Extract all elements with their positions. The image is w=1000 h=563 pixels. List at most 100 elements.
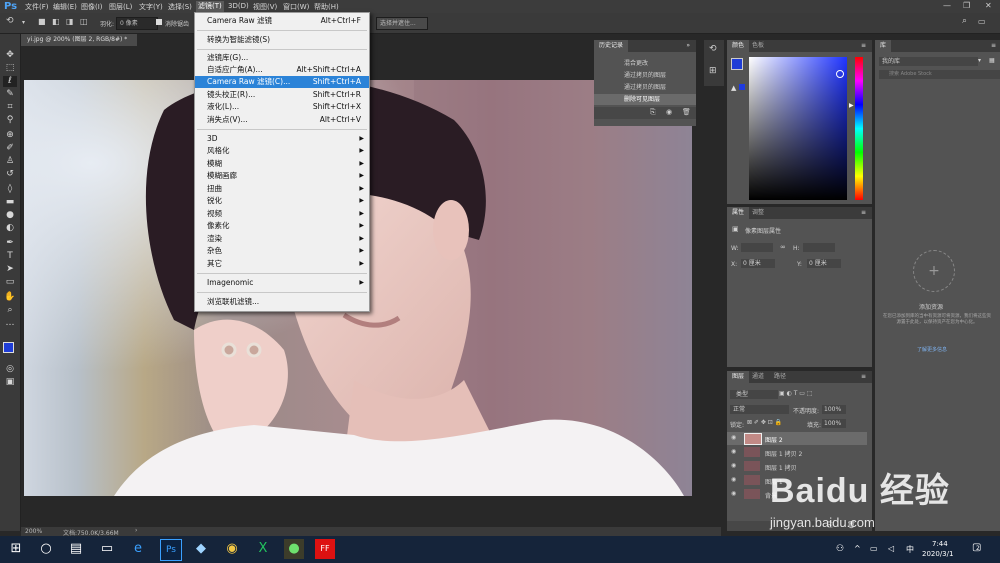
color-picker-handle[interactable] xyxy=(836,70,844,78)
adjustments-tab[interactable]: 调整 xyxy=(747,207,769,219)
menu-item-pixelate[interactable]: 像素化 ▶ xyxy=(195,220,369,232)
layer-kind-filter[interactable]: 类型 xyxy=(730,390,778,399)
menu-item-blur[interactable]: 模糊 ▶ xyxy=(195,158,369,170)
zoom-tool-icon[interactable]: ⌕ xyxy=(3,305,17,316)
clock-time[interactable]: 7:44 xyxy=(932,540,948,548)
eraser-tool-icon[interactable]: ◊ xyxy=(3,184,17,195)
fill-input[interactable]: 100% xyxy=(822,419,846,428)
menu-item-convert-smart-filter[interactable]: 转换为智能滤镜(S) xyxy=(195,34,369,46)
libraries-tab[interactable]: 库 xyxy=(875,40,892,52)
photoshop-taskbar-icon[interactable]: Ps xyxy=(160,539,182,561)
menu-item-video[interactable]: 视频 ▶ xyxy=(195,208,369,220)
windows-start-icon[interactable]: ⊞ xyxy=(6,539,26,559)
minimize-icon[interactable]: — xyxy=(943,1,951,10)
properties-tab[interactable]: 属性 xyxy=(727,207,750,219)
x-input[interactable]: 0 厘米 xyxy=(741,259,775,268)
menu-item-distort[interactable]: 扭曲 ▶ xyxy=(195,183,369,195)
close-icon[interactable]: ✕ xyxy=(985,1,992,10)
foreground-color-swatch[interactable] xyxy=(731,58,743,70)
marquee-tool-icon[interactable]: ⬚ xyxy=(3,63,17,74)
new-document-icon[interactable]: ⎘ xyxy=(650,108,656,117)
blur-tool-icon[interactable]: ● xyxy=(3,210,17,221)
learn-more-link[interactable]: 了解更多信息 xyxy=(917,346,947,353)
menu-item-other[interactable]: 其它 ▶ xyxy=(195,258,369,270)
y-input[interactable]: 0 厘米 xyxy=(807,259,841,268)
select-and-mask-button[interactable]: 选择并遮住... xyxy=(376,17,428,30)
new-selection-icon[interactable]: ■ xyxy=(38,17,46,26)
menu-3d[interactable]: 3D(D) xyxy=(228,2,249,10)
menu-item-browse-filters-online[interactable]: 浏览联机滤镜... xyxy=(195,296,369,308)
menu-item-camera-raw-filter[interactable]: Camera Raw 滤镜(C)... Shift+Ctrl+A xyxy=(195,76,369,88)
lock-icons[interactable]: ⊠ ✐ ✥ ⊡ 🔒 xyxy=(747,419,782,426)
menu-item-liquify[interactable]: 液化(L)... Shift+Ctrl+X xyxy=(195,101,369,113)
visibility-eye-icon[interactable]: ◉ xyxy=(731,490,736,497)
stock-search-input[interactable]: 搜索 Adobe Stock xyxy=(879,70,1000,79)
shape-tool-icon[interactable]: ▭ xyxy=(3,277,17,288)
task-view-icon[interactable]: ▤ xyxy=(66,539,86,559)
move-tool-icon[interactable]: ✥ xyxy=(3,50,17,61)
brush-tool-icon[interactable]: ✐ xyxy=(3,143,17,154)
antialias-checkbox[interactable] xyxy=(156,19,162,25)
panel-menu-icon[interactable]: ≡ xyxy=(861,207,866,219)
zoom-level[interactable]: 200% xyxy=(25,528,42,535)
excel-icon[interactable]: X xyxy=(253,539,273,559)
clock-date[interactable]: 2020/3/1 xyxy=(922,550,953,558)
history-item[interactable]: 通过拷贝的图层 xyxy=(594,70,696,81)
menu-item-stylize[interactable]: 风格化 ▶ xyxy=(195,145,369,157)
blend-mode-select[interactable]: 正常 xyxy=(730,405,789,414)
workspace-icon[interactable]: ▭ xyxy=(978,17,986,26)
filter-icons[interactable]: ▣ ◐ T ▭ ⬚ xyxy=(779,390,813,397)
intersect-selection-icon[interactable]: ◫ xyxy=(80,17,88,26)
dodge-tool-icon[interactable]: ◐ xyxy=(3,223,17,234)
wechat-icon[interactable]: ● xyxy=(284,539,304,559)
healing-tool-icon[interactable]: ⊕ xyxy=(3,130,17,141)
edge-icon[interactable]: e xyxy=(128,539,148,559)
menu-view[interactable]: 视图(V) xyxy=(253,2,277,12)
dropdown-chevron-icon[interactable]: ▾ xyxy=(978,57,981,64)
trash-icon[interactable]: 🗑 xyxy=(682,108,691,116)
stamp-tool-icon[interactable]: ♙ xyxy=(3,156,17,167)
menu-item-sharpen[interactable]: 锐化 ▶ xyxy=(195,195,369,207)
menu-file[interactable]: 文件(F) xyxy=(25,2,49,12)
warning-icon[interactable]: ▲ xyxy=(731,84,736,92)
menu-item-noise[interactable]: 杂色 ▶ xyxy=(195,245,369,257)
history-brush-icon[interactable]: ↺ xyxy=(3,169,17,180)
menu-layer[interactable]: 图层(L) xyxy=(109,2,132,12)
menu-item-camera-raw-last[interactable]: Camera Raw 滤镜 Alt+Ctrl+F xyxy=(195,15,369,27)
lasso-tool-icon[interactable]: ⟲ xyxy=(6,16,14,26)
visibility-eye-icon[interactable]: ◉ xyxy=(731,448,736,455)
tool-preset-chevron-icon[interactable]: ▾ xyxy=(22,19,25,26)
visibility-eye-icon[interactable]: ◉ xyxy=(731,434,736,441)
document-tab[interactable]: yi.jpg @ 200% (图层 2, RGB/8#) * ✕ xyxy=(21,34,137,55)
quick-mask-icon[interactable]: ◎ xyxy=(3,364,17,375)
grid-view-icon[interactable]: ▦ xyxy=(989,57,995,64)
visibility-eye-icon[interactable]: ◉ xyxy=(731,462,736,469)
history-item[interactable]: 混合更改 xyxy=(594,58,696,69)
lasso-tool-icon[interactable]: ℓ xyxy=(3,76,17,87)
panel-collapse-icon[interactable]: » xyxy=(686,40,690,52)
search-icon[interactable]: ⌕ xyxy=(962,16,967,26)
menu-item-3d[interactable]: 3D ▶ xyxy=(195,133,369,145)
file-explorer-icon[interactable]: ▭ xyxy=(97,539,117,559)
link-icon[interactable]: ∞ xyxy=(780,243,786,251)
library-dropdown[interactable]: 我的库 xyxy=(879,57,978,66)
menu-item-imagenomic[interactable]: Imagenomic ▶ xyxy=(195,277,369,289)
ime-icon[interactable]: 中 xyxy=(906,544,914,555)
path-select-tool-icon[interactable]: ➤ xyxy=(3,264,17,275)
camera-icon[interactable]: ◉ xyxy=(666,108,672,116)
layer-row[interactable]: ◉ 图层 2 xyxy=(727,432,867,445)
chrome-icon[interactable]: ◉ xyxy=(222,539,242,559)
status-arrow-icon[interactable]: › xyxy=(135,527,137,534)
history-tab[interactable]: 历史记录 xyxy=(594,40,629,52)
opacity-input[interactable]: 100% xyxy=(822,405,846,414)
menu-item-lens-correction[interactable]: 镜头校正(R)... Shift+Ctrl+R xyxy=(195,89,369,101)
add-asset-icon[interactable]: + xyxy=(913,250,955,292)
menu-filter[interactable]: 滤镜(T) xyxy=(196,1,224,12)
swatches-tab[interactable]: 色板 xyxy=(747,40,769,52)
quick-select-tool-icon[interactable]: ✎ xyxy=(3,89,17,100)
menu-item-adaptive-wide-angle[interactable]: 自适应广角(A)... Alt+Shift+Ctrl+A xyxy=(195,64,369,76)
volume-icon[interactable]: ◁ xyxy=(888,544,894,553)
history-panel-icon[interactable]: ⟲ xyxy=(709,44,717,54)
crop-tool-icon[interactable]: ⌗ xyxy=(3,102,17,113)
properties-panel-icon[interactable]: ⊞ xyxy=(709,66,717,76)
